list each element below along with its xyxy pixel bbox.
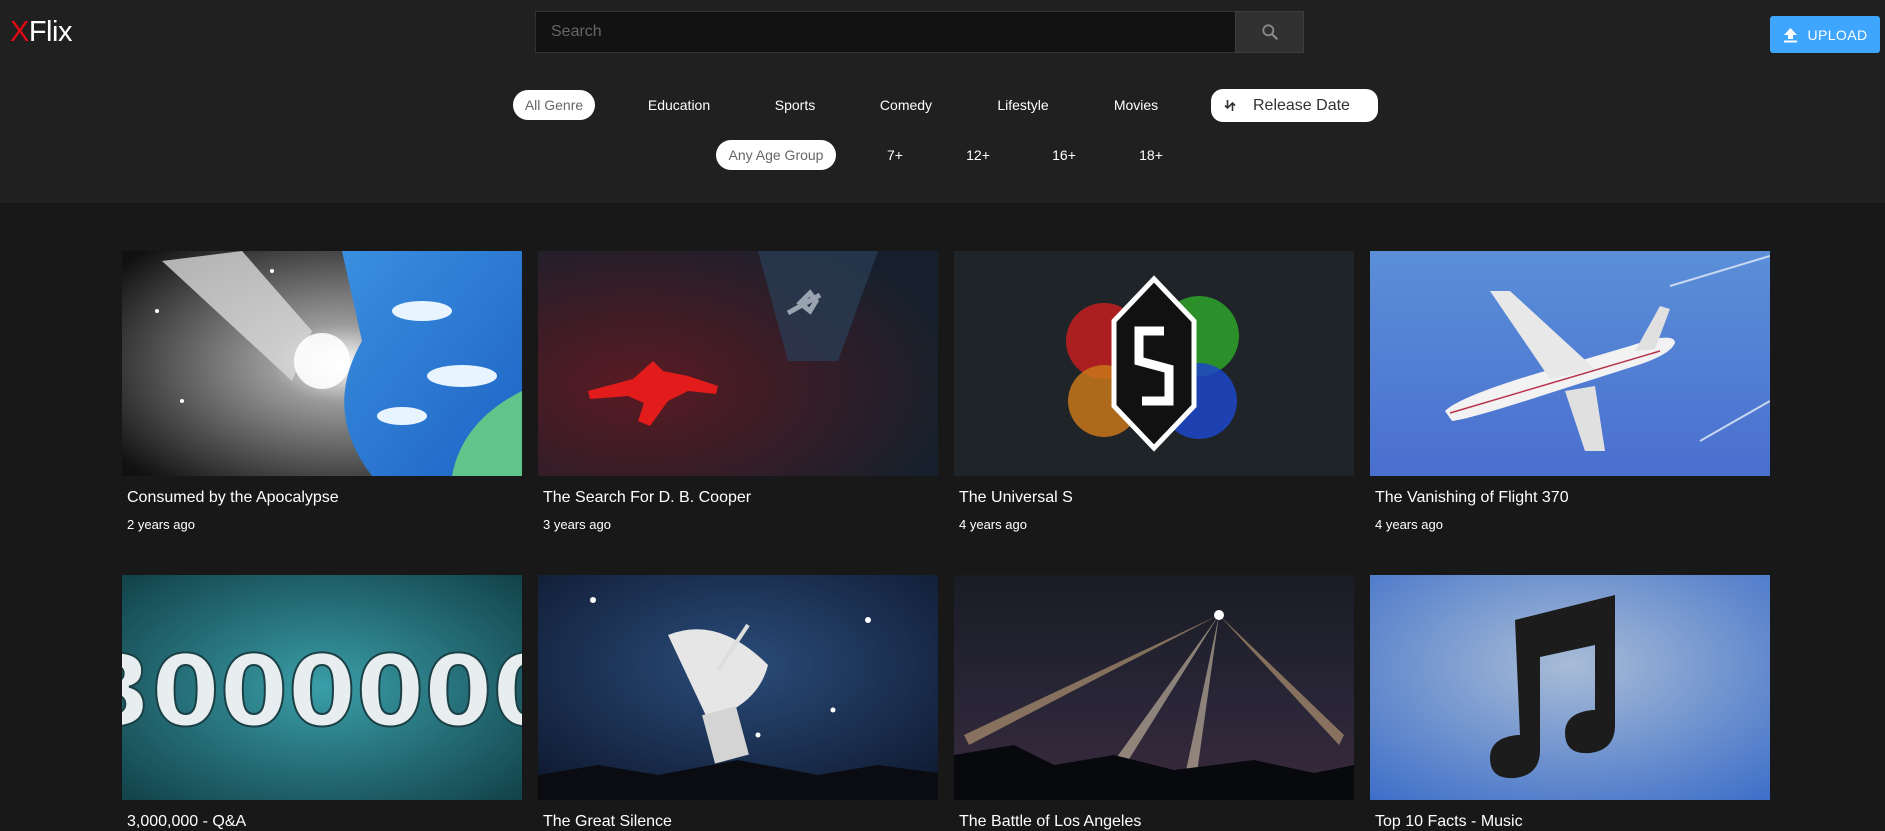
sort-select[interactable]: Release Date [1211, 89, 1378, 122]
video-title[interactable]: The Search For D. B. Cooper [543, 489, 751, 507]
video-title[interactable]: 3,000,000 - Q&A [127, 813, 246, 831]
top-header: XFlix UPLOAD All Genre Education Sports … [0, 0, 1885, 203]
age-chip-18[interactable]: 18+ [1128, 140, 1174, 170]
genre-chip-comedy[interactable]: Comedy [866, 90, 946, 120]
video-title[interactable]: The Vanishing of Flight 370 [1375, 489, 1569, 507]
video-card[interactable]: The Universal S 4 years ago [954, 251, 1354, 532]
video-card[interactable]: The Great Silence [538, 575, 938, 830]
age-chip-16[interactable]: 16+ [1041, 140, 1087, 170]
video-thumbnail[interactable] [954, 575, 1354, 800]
upload-button[interactable]: UPLOAD [1770, 16, 1880, 53]
video-thumbnail[interactable]: 3000000 [122, 575, 522, 800]
video-card[interactable]: The Battle of Los Angeles [954, 575, 1354, 830]
genre-chip-movies[interactable]: Movies [1100, 90, 1172, 120]
search-bar [535, 11, 1304, 53]
genre-chip-lifestyle[interactable]: Lifestyle [983, 90, 1063, 120]
video-thumbnail[interactable] [954, 251, 1354, 476]
thumb-number-text: 3000000 [122, 635, 522, 749]
age-chip-12[interactable]: 12+ [955, 140, 1001, 170]
genre-chip-all[interactable]: All Genre [513, 90, 595, 120]
xflix-logo[interactable]: XFlix [10, 16, 72, 49]
age-chip-any[interactable]: Any Age Group [716, 140, 836, 170]
video-date: 4 years ago [959, 517, 1027, 532]
video-thumbnail[interactable] [1370, 251, 1770, 476]
video-title[interactable]: Top 10 Facts - Music [1375, 813, 1523, 831]
sort-label: Release Date [1253, 96, 1350, 114]
video-card[interactable]: Consumed by the Apocalypse 2 years ago [122, 251, 522, 532]
search-button[interactable] [1235, 11, 1304, 53]
video-thumbnail[interactable] [538, 251, 938, 476]
video-thumbnail[interactable] [538, 575, 938, 800]
search-icon [1261, 24, 1278, 40]
video-title[interactable]: The Universal S [959, 489, 1073, 507]
video-date: 2 years ago [127, 517, 195, 532]
age-chip-7[interactable]: 7+ [873, 140, 917, 170]
video-title[interactable]: The Battle of Los Angeles [959, 813, 1141, 831]
video-date: 4 years ago [1375, 517, 1443, 532]
video-title[interactable]: The Great Silence [543, 813, 672, 831]
video-card[interactable]: 3000000 3,000,000 - Q&A [122, 575, 522, 830]
video-card[interactable]: The Search For D. B. Cooper 3 years ago [538, 251, 938, 532]
search-input[interactable] [535, 11, 1235, 53]
video-card[interactable]: The Vanishing of Flight 370 4 years ago [1370, 251, 1770, 532]
upload-label: UPLOAD [1807, 26, 1868, 43]
video-date: 3 years ago [543, 517, 611, 532]
genre-chip-sports[interactable]: Sports [760, 90, 830, 120]
video-thumbnail[interactable] [1370, 575, 1770, 800]
video-thumbnail[interactable] [122, 251, 522, 476]
upload-icon [1783, 27, 1797, 42]
sort-arrows-icon [1224, 99, 1236, 112]
genre-chip-education[interactable]: Education [630, 90, 728, 120]
video-title[interactable]: Consumed by the Apocalypse [127, 489, 339, 507]
video-card[interactable]: Top 10 Facts - Music [1370, 575, 1770, 830]
